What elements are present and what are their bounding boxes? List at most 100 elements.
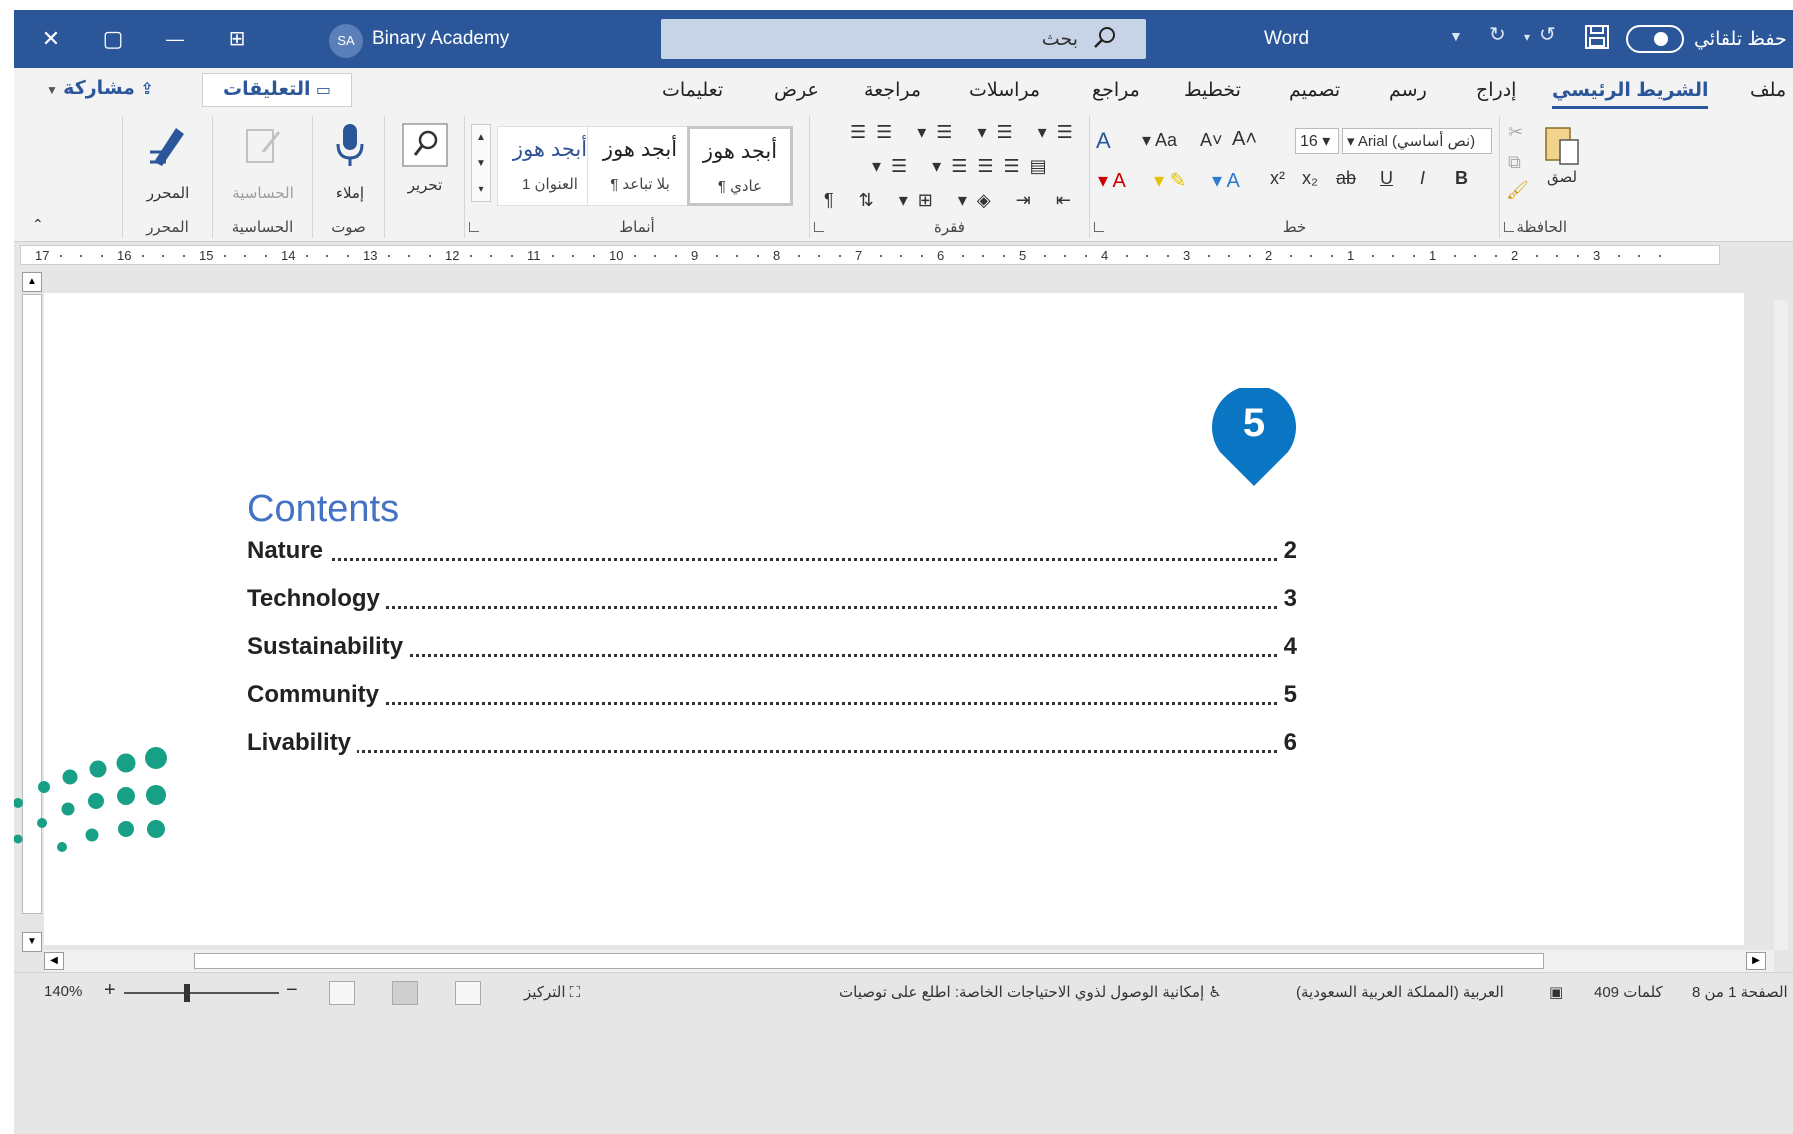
tab-home[interactable]: الشريط الرئيسي xyxy=(1552,79,1709,109)
undo-icon[interactable]: ↺ xyxy=(1539,22,1556,47)
toc-entry[interactable]: Livability 6 xyxy=(247,729,1297,761)
ruler-number: 2 xyxy=(1265,248,1273,263)
proofing-icon[interactable]: ▣ xyxy=(1549,983,1563,1001)
tab-file[interactable]: ملف xyxy=(1750,79,1786,102)
toc-entry[interactable]: Community 5 xyxy=(247,681,1297,713)
ruler-tick xyxy=(920,255,923,257)
toc-leader xyxy=(247,750,1277,753)
paragraph-top-row[interactable]: ☰☰ ▾☰ ▾☰ ▾☰ xyxy=(850,122,1083,143)
toc-entry-title: Livability xyxy=(247,729,358,757)
tab-mailings[interactable]: مراسلات xyxy=(969,79,1040,102)
comment-icon: ▭ xyxy=(315,82,331,99)
tab-insert[interactable]: إدراج xyxy=(1476,79,1516,102)
group-sensitivity-label: الحساسية xyxy=(231,219,294,236)
editing-button[interactable]: تحرير xyxy=(390,122,460,202)
scroll-right-arrow-icon[interactable]: ▶ xyxy=(1746,952,1766,970)
search-input[interactable]: بحث xyxy=(661,19,1146,59)
redo-icon[interactable]: ↻ xyxy=(1489,22,1506,47)
ruler-tick xyxy=(387,255,390,257)
document-page[interactable]: 5 Contents Nature 2 Technology 3 Sustain… xyxy=(44,293,1744,945)
style-normal[interactable]: أبجد هوز ¶ عادي xyxy=(687,126,793,206)
zoom-slider[interactable] xyxy=(124,992,279,994)
tab-layout[interactable]: تخطيط xyxy=(1184,79,1241,102)
redo-dropdown-icon[interactable]: ▾ xyxy=(1524,30,1530,44)
paragraph-align-row[interactable]: ▾☰ ▾☰☰☰▤ xyxy=(872,156,1057,177)
toc-entry[interactable]: Nature 2 xyxy=(247,537,1297,569)
italic-button[interactable]: I xyxy=(1420,168,1425,189)
comments-label: التعليقات xyxy=(223,79,311,100)
user-name[interactable]: Binary Academy xyxy=(372,28,509,50)
tab-design[interactable]: تصميم xyxy=(1289,79,1340,102)
group-voice-label: صوت xyxy=(331,219,366,236)
language-status[interactable]: العربية (المملكة العربية السعودية) xyxy=(1296,983,1504,1001)
share-button[interactable]: ▼ مشاركة ⇪ xyxy=(46,73,186,107)
web-layout-view-icon[interactable] xyxy=(329,981,355,1005)
word-count[interactable]: 409 كلمات xyxy=(1594,983,1663,1001)
vertical-scrollbar[interactable] xyxy=(1774,300,1788,950)
zoom-in-icon[interactable]: + xyxy=(104,979,116,1002)
comments-button[interactable]: التعليقات ▭ xyxy=(202,73,352,107)
horizontal-ruler[interactable]: 17 16 15 14 13 12 11 10 9 8 7 6 5 4 3 2 1 1 2 3 xyxy=(14,242,1793,268)
restore-button[interactable]: ▢ xyxy=(96,22,130,56)
copy-icon[interactable]: ⧉ xyxy=(1508,152,1521,173)
ruler-track: 17 16 15 14 13 12 11 10 9 8 7 6 5 4 3 2 1 1 2 3 xyxy=(20,245,1720,265)
font-name-select[interactable]: ▾ Arial (نص أساسي) xyxy=(1342,128,1492,154)
tab-view[interactable]: عرض xyxy=(774,79,819,102)
highlight-button[interactable]: ▾ ✎ xyxy=(1154,168,1186,193)
zoom-out-icon[interactable]: − xyxy=(286,979,298,1002)
collapse-ribbon-icon[interactable]: ⌃ xyxy=(32,216,44,233)
grow-font-button[interactable]: A˄ xyxy=(1232,128,1257,151)
font-color-button[interactable]: ▾ A xyxy=(1098,168,1126,193)
save-icon[interactable] xyxy=(1584,24,1610,50)
strikethrough-button[interactable]: ab xyxy=(1336,168,1356,189)
ribbon-display-options-button[interactable]: ⊞ xyxy=(220,22,254,56)
ruler-tick xyxy=(1453,255,1456,257)
tab-help[interactable]: تعليمات xyxy=(662,79,723,102)
shrink-font-button[interactable]: A˅ xyxy=(1200,130,1223,151)
subscript-button[interactable]: x₂ xyxy=(1302,168,1318,189)
clear-formatting-icon[interactable]: A xyxy=(1096,128,1111,154)
horizontal-scrollbar[interactable]: ◀ ▶ xyxy=(44,950,1774,972)
style-no-spacing[interactable]: أبجد هوز ¶ بلا تباعد xyxy=(587,126,693,206)
superscript-button[interactable]: x² xyxy=(1270,168,1285,189)
toc-entry-title: Sustainability xyxy=(247,633,410,661)
styles-scroll[interactable]: ▲ ▼ ▾ xyxy=(471,124,491,202)
scroll-down-arrow-icon[interactable]: ▼ xyxy=(22,932,42,952)
dictate-button[interactable]: إملاء xyxy=(315,122,385,202)
print-layout-view-icon[interactable] xyxy=(392,981,418,1005)
paste-button[interactable]: لصق xyxy=(1534,122,1590,202)
toc-entry[interactable]: Technology 3 xyxy=(247,585,1297,617)
text-effects-button[interactable]: ▾ A xyxy=(1212,168,1240,193)
scroll-up-arrow-icon[interactable]: ▲ xyxy=(22,272,42,292)
read-mode-view-icon[interactable] xyxy=(455,981,481,1005)
zoom-slider-thumb[interactable] xyxy=(184,984,190,1002)
autosave-toggle[interactable] xyxy=(1626,25,1684,53)
bold-button[interactable]: B xyxy=(1455,168,1468,189)
minimize-button[interactable]: — xyxy=(158,22,192,56)
avatar[interactable]: SA xyxy=(329,24,363,58)
ruler-tick xyxy=(1658,255,1661,257)
cut-icon[interactable]: ✂ xyxy=(1508,122,1523,143)
tab-review[interactable]: مراجعة xyxy=(864,79,921,102)
accessibility-status[interactable]: إمكانية الوصول لذوي الاحتياجات الخاصة: ا… xyxy=(839,983,1222,1001)
scrollbar-thumb[interactable] xyxy=(194,953,1544,969)
ruler-tick xyxy=(1330,255,1333,257)
toc-entry[interactable]: Sustainability 4 xyxy=(247,633,1297,665)
tab-references[interactable]: مراجع xyxy=(1092,79,1140,102)
sensitivity-button[interactable]: الحساسية xyxy=(228,122,298,202)
paragraph-bottom-row[interactable]: ¶ ⇅ ▾⊞ ▾◈ ⇥ ⇤ xyxy=(824,190,1081,211)
change-case-button[interactable]: ▾ Aa xyxy=(1142,130,1177,151)
ruler-tick xyxy=(1248,255,1251,257)
scroll-left-arrow-icon[interactable]: ◀ xyxy=(44,952,64,970)
format-painter-icon[interactable]: 🖌 xyxy=(1506,180,1529,201)
close-button[interactable]: ✕ xyxy=(34,22,68,56)
focus-button[interactable]: التركيز ⛶ xyxy=(524,983,580,1001)
customize-qat-icon[interactable]: ▼ xyxy=(1449,28,1463,44)
zoom-level[interactable]: 140% xyxy=(44,983,82,1000)
tab-draw[interactable]: رسم xyxy=(1389,79,1427,102)
underline-button[interactable]: U xyxy=(1380,168,1393,189)
editor-button[interactable]: المحرر xyxy=(133,122,203,202)
font-size-select[interactable]: 16 ▾ xyxy=(1295,128,1339,154)
ruler-tick xyxy=(1002,255,1005,257)
page-info[interactable]: الصفحة 1 من 8 xyxy=(1692,983,1788,1001)
